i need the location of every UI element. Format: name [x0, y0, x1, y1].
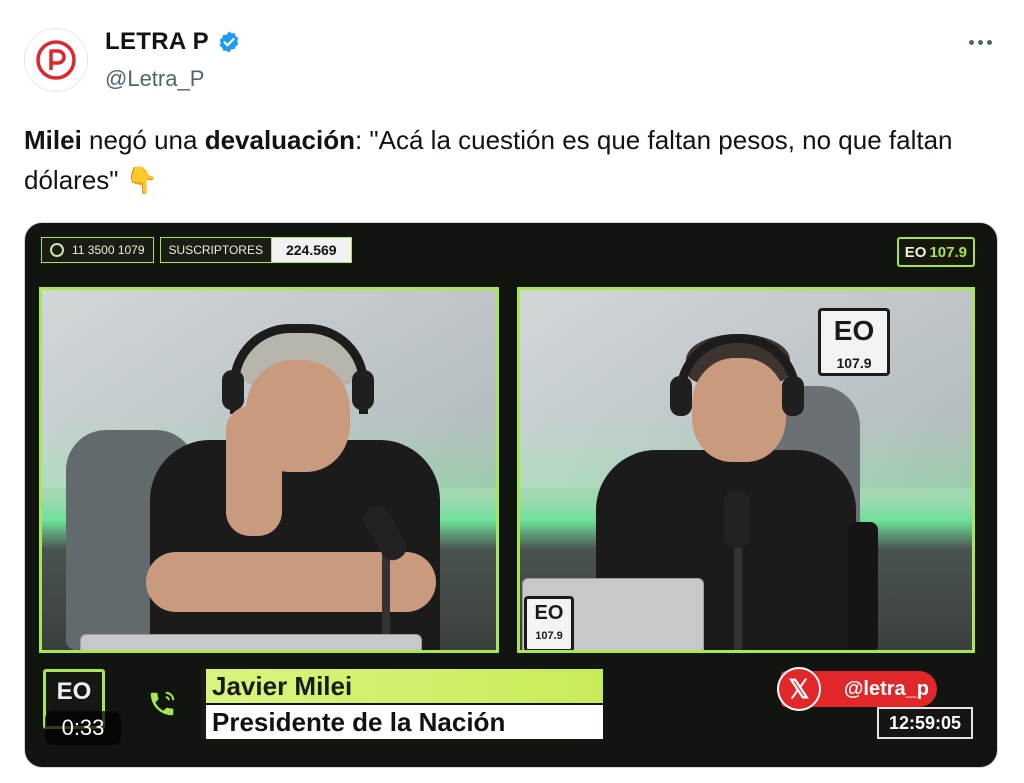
broadcast-top-bar: 11 3500 1079 SUSCRIPTORES 224.569	[41, 237, 352, 263]
subscribers-count: 224.569	[270, 237, 352, 263]
desk-sign-frequency: 107.9	[535, 630, 563, 642]
host-arm	[146, 552, 436, 612]
desk-sign-eo: EO	[534, 602, 564, 624]
station-badge: EO 107.9	[896, 237, 975, 267]
studio-sign-frequency: 107.9	[836, 355, 872, 371]
more-icon	[968, 39, 974, 45]
more-icon-dot	[986, 39, 992, 45]
phone-icon	[150, 691, 175, 716]
brand-handle: @letra_p	[843, 677, 929, 700]
whatsapp-icon	[50, 243, 64, 257]
more-options-button[interactable]	[962, 30, 998, 54]
laptop	[80, 634, 422, 650]
tweet-bold-milei: Milei	[24, 125, 82, 155]
verified-icon	[219, 31, 239, 53]
desk-eo-sign: EO 107.9	[524, 596, 574, 650]
tweet-bold-devaluacion: devaluación	[204, 125, 355, 155]
water-bottle	[848, 522, 878, 650]
host-hand	[226, 406, 282, 536]
headphone-cup	[670, 376, 692, 416]
camera-feed-left	[39, 287, 499, 653]
pointing-down-emoji: 👇	[125, 165, 159, 195]
broadcast-clock: 12:59:05	[877, 707, 973, 739]
station-badge-frequency: 107.9	[929, 243, 967, 261]
camera-feed-right: EO 107.9 EO 107.9	[517, 287, 975, 653]
tweet-text: Milei negó una devaluación: "Acá la cues…	[24, 120, 984, 200]
studio-eo-sign: EO 107.9	[818, 308, 890, 376]
subscribers-label: SUSCRIPTORES	[159, 237, 271, 263]
video-elapsed-time: 0:33	[45, 711, 121, 745]
x-logo-icon: 𝕏	[777, 667, 821, 711]
whatsapp-contact: 11 3500 1079	[41, 237, 154, 263]
more-icon-dot	[977, 39, 983, 45]
mic-stand	[734, 540, 742, 650]
headphone-cup	[222, 370, 244, 410]
video-player[interactable]: 11 3500 1079 SUSCRIPTORES 224.569 EO 107…	[24, 222, 998, 768]
author-handle[interactable]: @Letra_P	[105, 66, 204, 92]
headphone-cup	[782, 376, 804, 416]
phone-number: 11 3500 1079	[72, 243, 145, 257]
author-avatar[interactable]	[24, 28, 88, 92]
studio-sign-eo: EO	[833, 315, 875, 346]
guest-title: Presidente de la Nación	[201, 705, 603, 739]
headphone-cup	[352, 370, 374, 410]
author-display-name[interactable]: LETRA P	[105, 28, 209, 56]
tweet-text-segment: negó una	[81, 125, 205, 155]
author-name-row[interactable]: LETRA P	[105, 28, 241, 56]
guest-name: Javier Milei	[201, 669, 603, 703]
station-badge-eo: EO	[904, 243, 927, 261]
letra-p-logo-icon	[36, 40, 76, 80]
microphone	[724, 490, 750, 548]
